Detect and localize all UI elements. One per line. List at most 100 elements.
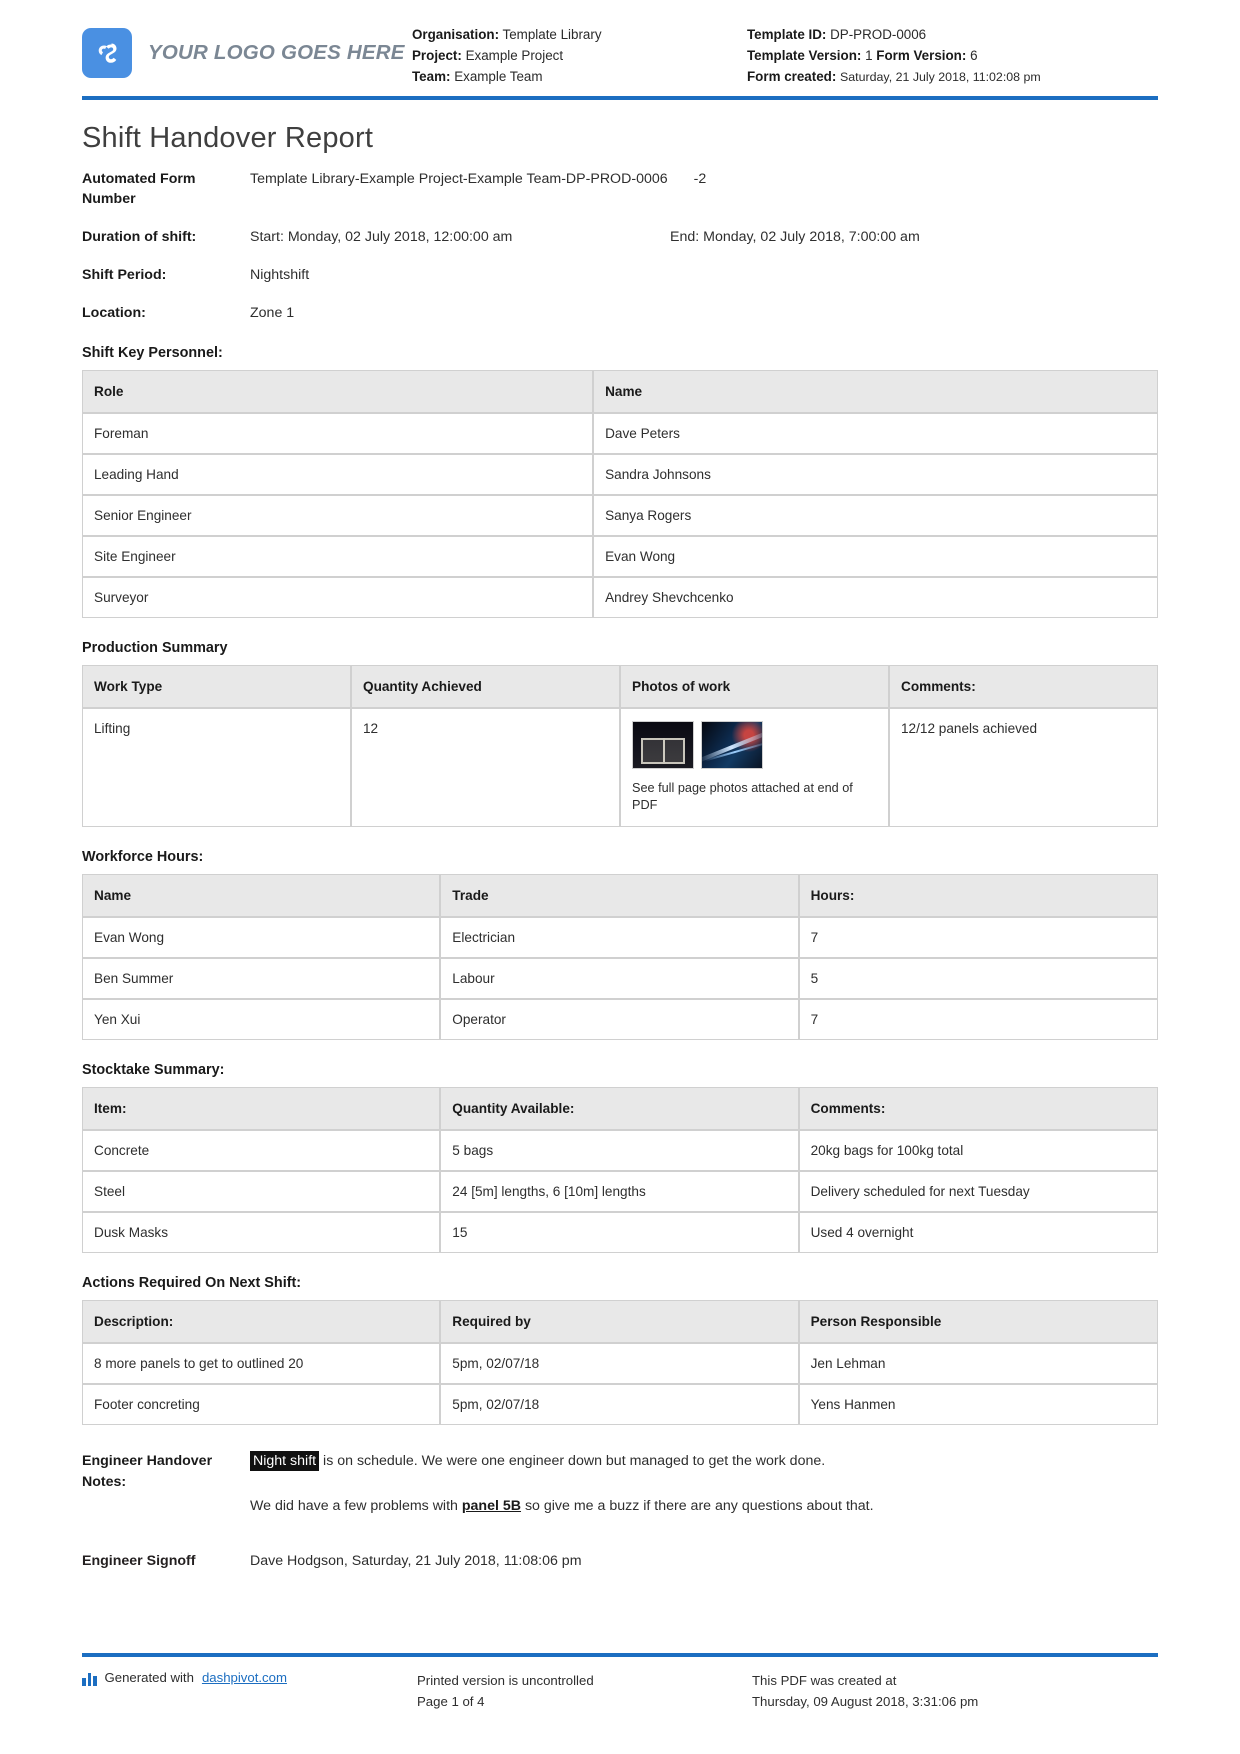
production-summary-table: Work Type Quantity Achieved Photos of wo… bbox=[82, 665, 1158, 827]
column-header-comments: Comments: bbox=[889, 665, 1158, 708]
cell-trade: Labour bbox=[440, 958, 799, 999]
cell-name: Sanya Rogers bbox=[593, 495, 1158, 536]
table-row: Yen Xui Operator 7 bbox=[82, 999, 1158, 1040]
cell-name: Andrey Shevchcenko bbox=[593, 577, 1158, 618]
document-content: Shift Handover Report Automated Form Num… bbox=[0, 122, 1240, 1572]
cell-comments: Used 4 overnight bbox=[798, 1212, 1158, 1253]
handover-note-text-2b: so give me a buzz if there are any quest… bbox=[521, 1498, 874, 1514]
cell-required-by: 5pm, 02/07/18 bbox=[440, 1343, 799, 1384]
table-row: Foreman Dave Peters bbox=[82, 413, 1158, 454]
footer-created-line-1: This PDF was created at bbox=[752, 1673, 897, 1688]
footer-print-status: Printed version is uncontrolled Page 1 o… bbox=[417, 1670, 752, 1712]
document-header: YOUR LOGO GOES HERE Organisation: Templa… bbox=[0, 0, 1240, 88]
header-divider bbox=[82, 96, 1158, 100]
column-header-quantity-available: Quantity Available: bbox=[440, 1087, 799, 1130]
footer-generated-label: Generated with bbox=[104, 1670, 194, 1685]
table-row: Concrete 5 bags 20kg bags for 100kg tota… bbox=[82, 1130, 1158, 1171]
cell-description: Footer concreting bbox=[82, 1384, 441, 1425]
automated-form-number-value: Template Library-Example Project-Example… bbox=[250, 171, 668, 187]
table-row: Footer concreting 5pm, 02/07/18 Yens Han… bbox=[82, 1384, 1158, 1425]
cell-name: Evan Wong bbox=[593, 536, 1158, 577]
stocktake-summary-table: Item: Quantity Available: Comments: Conc… bbox=[82, 1087, 1158, 1253]
cell-comments: 12/12 panels achieved bbox=[889, 708, 1158, 827]
dashpivot-link[interactable]: dashpivot.com bbox=[202, 1670, 287, 1685]
header-form-created-label: Form created: bbox=[747, 69, 837, 84]
logo-block: YOUR LOGO GOES HERE bbox=[82, 18, 412, 78]
engineer-handover-notes: Engineer Handover Notes: Night shift is … bbox=[82, 1451, 1158, 1517]
column-header-name: Name bbox=[82, 874, 441, 917]
field-location: Location: Zone 1 bbox=[82, 303, 1158, 323]
field-duration-of-shift: Duration of shift: Start: Monday, 02 Jul… bbox=[82, 227, 1158, 247]
header-template-version-value: 1 bbox=[865, 48, 873, 63]
company-logo-icon bbox=[82, 28, 132, 78]
shift-key-personnel-table: Role Name Foreman Dave Peters Leading Ha… bbox=[82, 370, 1158, 618]
handover-note-paragraph-2: We did have a few problems with panel 5B… bbox=[250, 1496, 1158, 1517]
header-project-label: Project: bbox=[412, 48, 462, 63]
photo-caption: See full page photos attached at end of … bbox=[632, 781, 853, 812]
workforce-hours-table: Name Trade Hours: Evan Wong Electrician … bbox=[82, 874, 1158, 1040]
header-form-created-value: Saturday, 21 July 2018, 11:02:08 pm bbox=[840, 70, 1041, 84]
document-footer: Generated with dashpivot.com Printed ver… bbox=[0, 1653, 1240, 1712]
photo-thumbnail-nightwork[interactable] bbox=[701, 721, 763, 769]
column-header-required-by: Required by bbox=[440, 1300, 799, 1343]
table-header-row: Item: Quantity Available: Comments: bbox=[82, 1087, 1158, 1130]
duration-start-value: Start: Monday, 02 July 2018, 12:00:00 am bbox=[250, 229, 513, 245]
table-row: Senior Engineer Sanya Rogers bbox=[82, 495, 1158, 536]
logo-text: YOUR LOGO GOES HERE bbox=[148, 41, 405, 64]
table-row: Surveyor Andrey Shevchcenko bbox=[82, 577, 1158, 618]
engineer-handover-notes-label: Engineer Handover Notes: bbox=[82, 1453, 213, 1490]
cell-quantity-achieved: 12 bbox=[351, 708, 620, 827]
header-meta-right: Template ID: DP-PROD-0006 Template Versi… bbox=[747, 18, 1158, 88]
header-form-version-label: Form Version: bbox=[876, 48, 967, 63]
header-team-label: Team: bbox=[412, 69, 451, 84]
actions-required-table: Description: Required by Person Responsi… bbox=[82, 1300, 1158, 1425]
cell-required-by: 5pm, 02/07/18 bbox=[440, 1384, 799, 1425]
table-row: Dusk Masks 15 Used 4 overnight bbox=[82, 1212, 1158, 1253]
handover-note-text-2a: We did have a few problems with bbox=[250, 1498, 462, 1514]
header-template-id-label: Template ID: bbox=[747, 27, 827, 42]
cell-role: Senior Engineer bbox=[82, 495, 594, 536]
location-label: Location: bbox=[82, 305, 146, 321]
shift-key-personnel-title: Shift Key Personnel: bbox=[82, 345, 223, 361]
table-row: Ben Summer Labour 5 bbox=[82, 958, 1158, 999]
header-template-id: Template ID: DP-PROD-0006 bbox=[747, 24, 1158, 45]
cell-trade: Operator bbox=[440, 999, 799, 1040]
header-team-value: Example Team bbox=[454, 69, 543, 84]
table-header-row: Description: Required by Person Responsi… bbox=[82, 1300, 1158, 1343]
cell-role: Foreman bbox=[82, 413, 594, 454]
duration-end-value: End: Monday, 02 July 2018, 7:00:00 am bbox=[670, 229, 920, 245]
stocktake-summary-title: Stocktake Summary: bbox=[82, 1062, 225, 1078]
field-automated-form-number: Automated Form Number Template Library-E… bbox=[82, 169, 1158, 209]
shift-period-value: Nightshift bbox=[250, 267, 310, 283]
column-header-person-responsible: Person Responsible bbox=[798, 1300, 1158, 1343]
handover-note-emphasis: panel 5B bbox=[461, 1498, 522, 1514]
cell-hours: 7 bbox=[798, 999, 1158, 1040]
footer-page-number: Page 1 of 4 bbox=[417, 1694, 485, 1709]
header-form-created: Form created: Saturday, 21 July 2018, 11… bbox=[747, 66, 1158, 88]
header-project-value: Example Project bbox=[465, 48, 564, 63]
automated-form-number-suffix: -2 bbox=[693, 171, 707, 187]
header-organisation-value: Template Library bbox=[502, 27, 602, 42]
footer-generated-with: Generated with dashpivot.com bbox=[82, 1670, 417, 1712]
cell-name: Evan Wong bbox=[82, 917, 441, 958]
cell-hours: 7 bbox=[798, 917, 1158, 958]
column-header-description: Description: bbox=[82, 1300, 441, 1343]
header-template-version-label: Template Version: bbox=[747, 48, 862, 63]
handover-note-text-1: is on schedule. We were one engineer dow… bbox=[319, 1453, 826, 1469]
footer-created-at: This PDF was created at Thursday, 09 Aug… bbox=[752, 1670, 1158, 1712]
cell-person-responsible: Jen Lehman bbox=[798, 1343, 1158, 1384]
engineer-signoff-label: Engineer Signoff bbox=[82, 1553, 196, 1569]
document-page: YOUR LOGO GOES HERE Organisation: Templa… bbox=[0, 0, 1240, 1754]
header-meta-left: Organisation: Template Library Project: … bbox=[412, 18, 747, 87]
table-row: Leading Hand Sandra Johnsons bbox=[82, 454, 1158, 495]
photo-thumbnail-strip bbox=[632, 721, 877, 769]
column-header-name: Name bbox=[593, 370, 1158, 413]
cell-item: Dusk Masks bbox=[82, 1212, 441, 1253]
cell-person-responsible: Yens Hanmen bbox=[798, 1384, 1158, 1425]
actions-required-title: Actions Required On Next Shift: bbox=[82, 1275, 302, 1291]
photo-thumbnail-scaffold[interactable] bbox=[632, 721, 694, 769]
footer-printed-line-1: Printed version is uncontrolled bbox=[417, 1673, 594, 1688]
table-row: Site Engineer Evan Wong bbox=[82, 536, 1158, 577]
page-title: Shift Handover Report bbox=[82, 122, 374, 154]
header-team: Team: Example Team bbox=[412, 66, 747, 87]
